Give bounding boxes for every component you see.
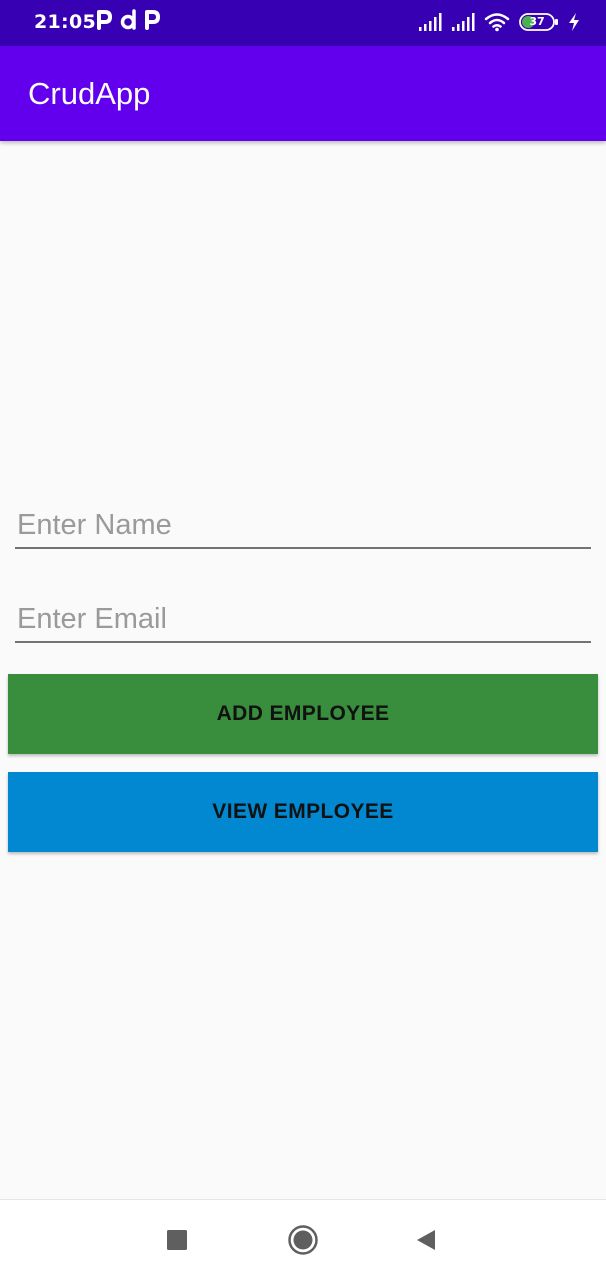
name-input[interactable] <box>15 503 591 549</box>
add-employee-button[interactable]: ADD EMPLOYEE <box>8 674 598 754</box>
d-icon <box>119 9 137 31</box>
back-button[interactable] <box>406 1222 446 1262</box>
status-indicators: 37 <box>418 12 580 32</box>
status-bar: 21:05 37 <box>0 0 606 46</box>
p-icon <box>95 9 113 31</box>
signal-icon <box>451 13 475 31</box>
view-employee-label: VIEW EMPLOYEE <box>212 800 394 823</box>
p-icon <box>143 9 161 31</box>
home-icon <box>287 1224 319 1260</box>
app-bar: CrudApp <box>0 46 606 141</box>
add-employee-label: ADD EMPLOYEE <box>216 702 390 725</box>
recent-apps-button[interactable] <box>157 1222 197 1262</box>
battery-level: 37 <box>529 15 545 28</box>
navigation-bar <box>0 1199 606 1281</box>
charging-icon <box>568 13 580 31</box>
email-input[interactable] <box>15 597 591 643</box>
back-icon <box>415 1229 437 1255</box>
view-employee-button[interactable]: VIEW EMPLOYEE <box>8 772 598 852</box>
recent-apps-icon <box>167 1230 187 1254</box>
wifi-icon <box>484 12 510 32</box>
app-title: CrudApp <box>28 76 151 111</box>
signal-icon <box>418 13 442 31</box>
battery-icon: 37 <box>519 13 559 31</box>
status-time: 21:05 <box>34 11 96 33</box>
notification-icons <box>95 9 161 31</box>
home-button[interactable] <box>283 1222 323 1262</box>
